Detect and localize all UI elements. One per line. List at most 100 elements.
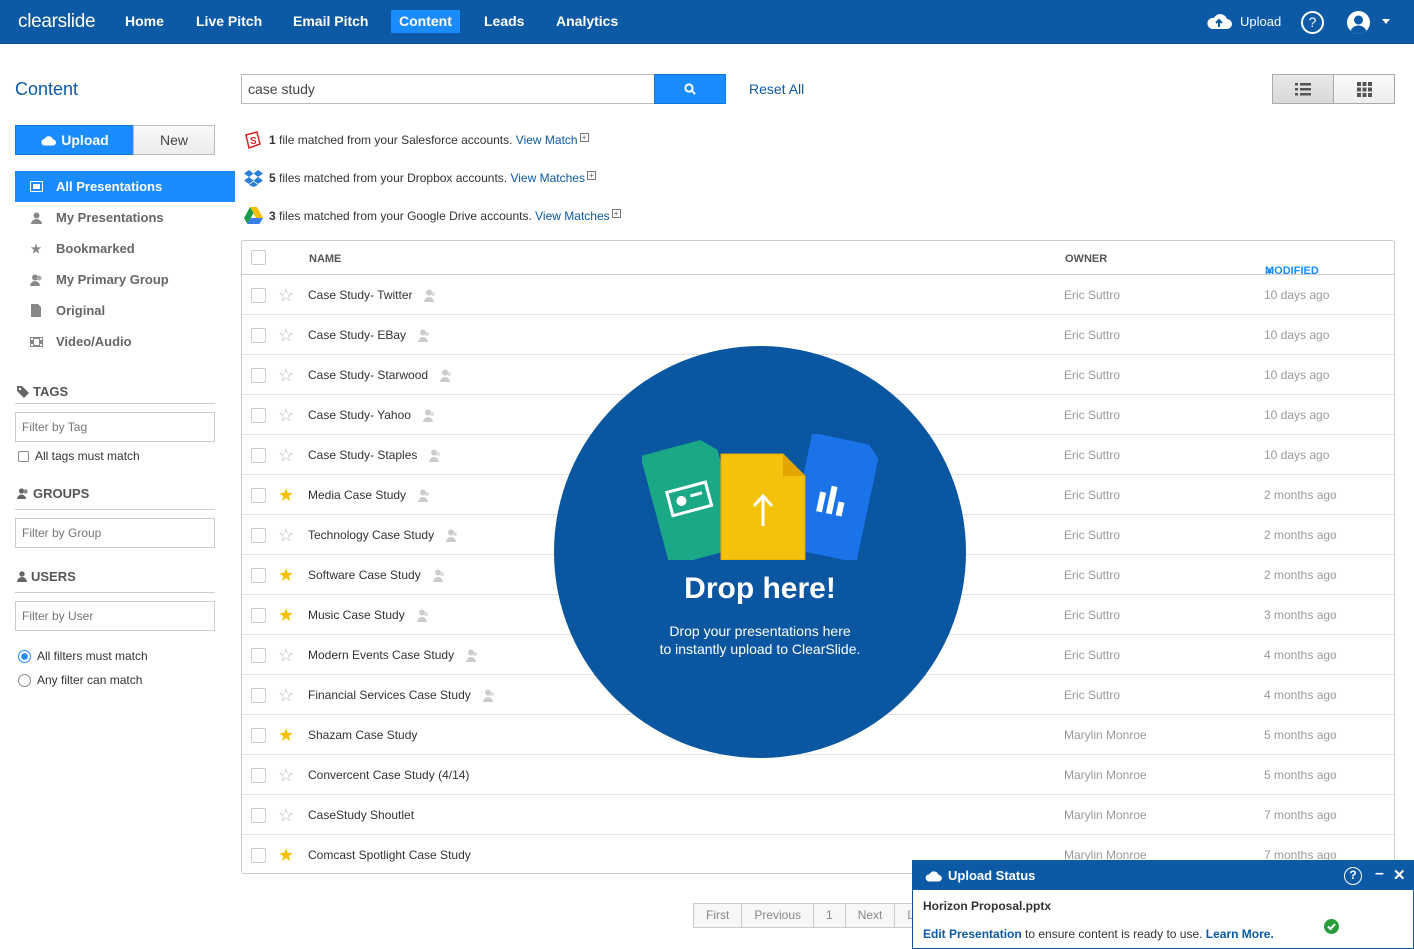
table-row[interactable]: ☆ Case Study- Twitter Eric Suttro 10 days a… (242, 275, 1394, 315)
row-name[interactable]: Comcast Spotlight Case Study (308, 848, 471, 862)
expand-icon[interactable]: + (611, 208, 621, 218)
pager-page-1[interactable]: 1 (814, 904, 846, 927)
search-input[interactable] (241, 74, 655, 104)
learn-more-link[interactable]: Learn More. (1206, 927, 1274, 941)
sidebar-item-all-presentations[interactable]: All Presentations (15, 171, 235, 202)
row-name-cell[interactable]: Technology Case Study (308, 528, 459, 542)
expand-icon[interactable]: + (586, 171, 596, 180)
star-outline-icon[interactable]: ☆ (278, 686, 294, 704)
row-name[interactable]: Case Study- Twitter (308, 288, 412, 302)
star-outline-icon[interactable]: ☆ (278, 366, 294, 384)
star-filled-icon[interactable]: ★ (278, 726, 294, 744)
row-name[interactable]: Case Study- Starwood (308, 368, 428, 382)
star-outline-icon[interactable]: ☆ (278, 286, 294, 304)
tag-filter-input[interactable] (15, 412, 215, 442)
top-upload-button[interactable]: Upload (1206, 12, 1281, 30)
dropbox-view-matches-link[interactable]: View Matches (510, 171, 584, 185)
new-button[interactable]: New (133, 125, 215, 155)
row-checkbox[interactable] (251, 848, 266, 863)
user-filter-input[interactable] (15, 601, 215, 631)
nav-email-pitch[interactable]: Email Pitch (285, 10, 376, 33)
row-name-cell[interactable]: Shazam Case Study (308, 728, 417, 742)
row-name-cell[interactable]: Comcast Spotlight Case Study (308, 848, 471, 862)
grid-view-button[interactable] (1333, 74, 1395, 104)
all-filters-row[interactable]: All filters must match (18, 649, 148, 663)
row-checkbox[interactable] (251, 288, 266, 303)
row-checkbox[interactable] (251, 768, 266, 783)
nav-home[interactable]: Home (117, 10, 172, 33)
star-filled-icon[interactable]: ★ (278, 566, 294, 584)
drop-zone-overlay[interactable]: Drop here! Drop your presentations here … (554, 346, 966, 758)
row-name-cell[interactable]: CaseStudy Shoutlet (308, 808, 414, 822)
salesforce-view-match-link[interactable]: View Match (516, 133, 578, 147)
star-outline-icon[interactable]: ☆ (278, 326, 294, 344)
row-checkbox[interactable] (251, 728, 266, 743)
pager-first-button[interactable]: First (694, 904, 743, 927)
row-name[interactable]: Case Study- EBay (308, 328, 406, 342)
reset-all-link[interactable]: Reset All (749, 81, 804, 97)
search-button[interactable] (654, 74, 726, 104)
group-filter-input[interactable] (15, 518, 215, 548)
star-filled-icon[interactable]: ★ (278, 486, 294, 504)
select-all-checkbox[interactable] (251, 250, 266, 265)
row-checkbox[interactable] (251, 528, 266, 543)
row-checkbox[interactable] (251, 328, 266, 343)
any-filter-radio[interactable] (18, 673, 31, 687)
row-name[interactable]: Modern Events Case Study (308, 648, 454, 662)
any-filter-row[interactable]: Any filter can match (18, 673, 142, 687)
table-row[interactable]: ☆ Convercent Case Study (4/14) Marylin Mon… (242, 755, 1394, 795)
row-name[interactable]: CaseStudy Shoutlet (308, 808, 414, 822)
row-name[interactable]: Case Study- Yahoo (308, 408, 411, 422)
row-name[interactable]: Shazam Case Study (308, 728, 417, 742)
row-checkbox[interactable] (251, 648, 266, 663)
row-name[interactable]: Convercent Case Study (4/14) (308, 768, 469, 782)
pager-previous-button[interactable]: Previous (742, 904, 815, 927)
table-row[interactable]: ☆ CaseStudy Shoutlet Marylin Monroe 7 month… (242, 795, 1394, 835)
list-view-button[interactable] (1272, 74, 1334, 104)
row-checkbox[interactable] (251, 408, 266, 423)
google-drive-view-matches-link[interactable]: View Matches (535, 209, 609, 223)
row-checkbox[interactable] (251, 488, 266, 503)
row-name-cell[interactable]: Case Study- Yahoo (308, 408, 436, 422)
row-name[interactable]: Financial Services Case Study (308, 688, 471, 702)
expand-icon[interactable]: + (579, 133, 589, 142)
star-outline-icon[interactable]: ☆ (278, 806, 294, 824)
upload-button[interactable]: Upload (15, 125, 134, 155)
sidebar-item-my-presentations[interactable]: My Presentations (15, 202, 235, 233)
nav-live-pitch[interactable]: Live Pitch (188, 10, 270, 33)
row-checkbox[interactable] (251, 568, 266, 583)
row-name[interactable]: Case Study- Staples (308, 448, 417, 462)
star-outline-icon[interactable]: ☆ (278, 526, 294, 544)
user-avatar-icon[interactable] (1347, 11, 1370, 34)
tags-match-row[interactable]: All tags must match (18, 449, 140, 463)
star-filled-icon[interactable]: ★ (278, 606, 294, 624)
minimize-icon[interactable]: – (1375, 865, 1384, 883)
row-checkbox[interactable] (251, 368, 266, 383)
row-name[interactable]: Software Case Study (308, 568, 421, 582)
help-icon[interactable]: ? (1344, 867, 1362, 885)
row-name-cell[interactable]: Software Case Study (308, 568, 446, 582)
row-name-cell[interactable]: Case Study- Twitter (308, 288, 437, 302)
star-outline-icon[interactable]: ☆ (278, 446, 294, 464)
edit-presentation-link[interactable]: Edit Presentation (923, 927, 1022, 941)
row-checkbox[interactable] (251, 808, 266, 823)
row-name[interactable]: Music Case Study (308, 608, 405, 622)
star-outline-icon[interactable]: ☆ (278, 406, 294, 424)
column-name-header[interactable]: NAME (309, 253, 341, 265)
pager-next-button[interactable]: Next (845, 904, 896, 927)
star-filled-icon[interactable]: ★ (278, 846, 294, 864)
column-owner-header[interactable]: OWNER (1065, 253, 1107, 265)
help-icon[interactable]: ? (1301, 11, 1324, 34)
row-name-cell[interactable]: Case Study- EBay (308, 328, 431, 342)
table-row[interactable]: ☆ Case Study- EBay Eric Suttro 10 days ago (242, 315, 1394, 355)
nav-content[interactable]: Content (391, 10, 460, 33)
row-name-cell[interactable]: Case Study- Starwood (308, 368, 453, 382)
row-checkbox[interactable] (251, 688, 266, 703)
star-outline-icon[interactable]: ☆ (278, 766, 294, 784)
all-filters-radio[interactable] (18, 649, 31, 663)
row-name-cell[interactable]: Music Case Study (308, 608, 430, 622)
row-checkbox[interactable] (251, 448, 266, 463)
sidebar-item-original[interactable]: Original (15, 295, 235, 326)
row-name-cell[interactable]: Case Study- Staples (308, 448, 442, 462)
row-name[interactable]: Media Case Study (308, 488, 406, 502)
